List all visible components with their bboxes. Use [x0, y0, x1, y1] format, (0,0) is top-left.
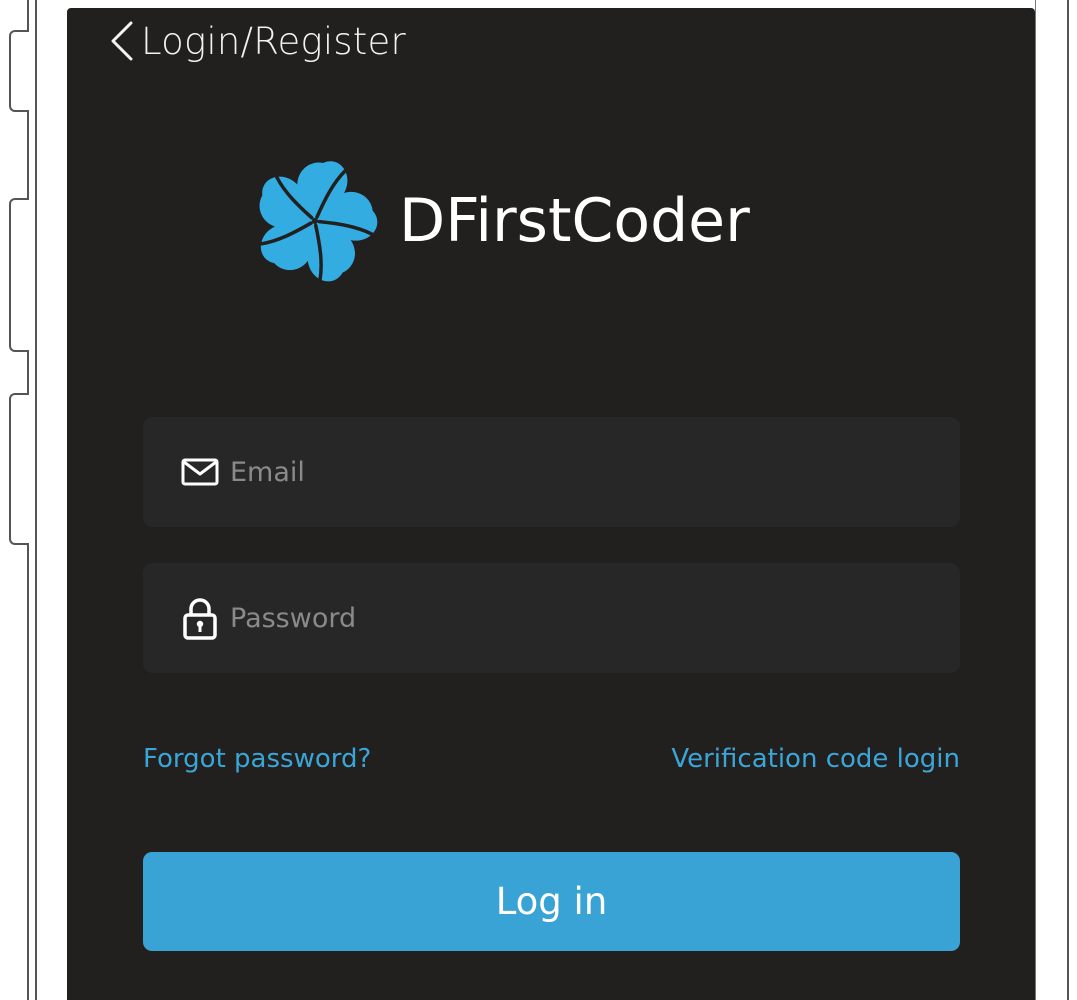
- page-title: Login/Register: [141, 19, 406, 63]
- envelope-icon: [180, 452, 220, 492]
- password-field[interactable]: [143, 563, 960, 673]
- phone-mockup: Login/Register DFirstCoder Email Forgot …: [0, 0, 1077, 1000]
- login-button[interactable]: Log in: [143, 852, 960, 951]
- phone-side-button-volume-up: [9, 198, 29, 352]
- phone-frame-right-inner: [1035, 0, 1036, 1000]
- email-input[interactable]: [228, 441, 960, 503]
- aperture-logo-icon: [245, 151, 385, 291]
- phone-side-button-mute: [9, 30, 29, 112]
- top-bar: Login/Register: [107, 16, 406, 66]
- phone-frame-left-inner: [35, 0, 37, 1000]
- email-field[interactable]: [143, 417, 960, 527]
- brand-logo: DFirstCoder: [245, 152, 750, 290]
- login-screen: Login/Register DFirstCoder Email Forgot …: [67, 8, 1035, 1000]
- brand-name: DFirstCoder: [399, 186, 750, 256]
- phone-frame-right: [1067, 0, 1069, 1000]
- password-input[interactable]: [228, 587, 960, 649]
- lock-icon: [180, 598, 220, 640]
- forgot-password-link[interactable]: Forgot password?: [143, 744, 371, 774]
- verification-code-login-link[interactable]: Verification code login: [671, 744, 960, 774]
- auth-links: Forgot password? Verification code login: [143, 744, 960, 774]
- phone-side-button-volume-down: [9, 393, 29, 545]
- chevron-left-icon[interactable]: [107, 19, 141, 63]
